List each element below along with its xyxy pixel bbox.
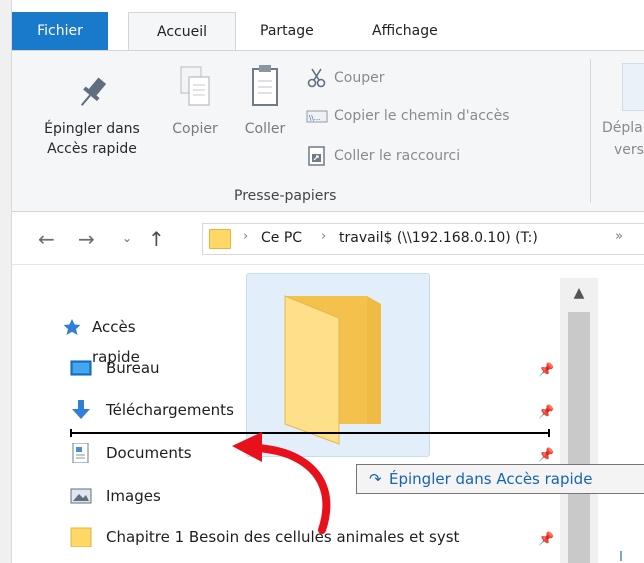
desktop-icon [70,360,92,376]
breadcrumb-separator-icon: » [615,229,623,244]
cut-button[interactable]: Couper [304,65,384,91]
up-arrow-icon[interactable]: ↑ [148,227,165,251]
nav-item-label: Bureau [106,359,160,377]
folder-icon [70,527,92,547]
drag-tooltip: ↷ Épingler dans Accès rapide [356,464,644,494]
drop-insertion-line [70,429,550,437]
copy-path-icon: \\... [306,110,328,123]
copy-path-button[interactable]: \\... Copier le chemin d'accès [304,103,510,129]
address-bar[interactable]: › Ce PC › travail$ (\\192.168.0.10) (T:)… [202,223,644,255]
clipboard-group-label: Presse-papiers [234,188,337,204]
clipboard-icon [252,65,278,106]
nav-item-label: Téléchargements [106,401,234,419]
paste-shortcut-icon [308,146,325,166]
tab-affichage[interactable]: Affichage [360,12,450,50]
breadcrumb-separator-icon: › [321,229,327,244]
download-icon [72,400,90,419]
folder-icon [209,229,231,249]
forward-arrow-icon[interactable]: → [78,227,95,251]
pinned-icon[interactable]: 📌 [538,448,554,463]
svg-text:\\...: \\... [309,114,320,122]
breadcrumb-ce-pc[interactable]: Ce PC [261,230,302,246]
nav-pane-scrollbar[interactable]: ▲ [560,278,598,563]
pinned-icon[interactable]: 📌 [538,532,554,547]
paste-shortcut-label: Coller le raccourci [334,148,461,164]
pin-icon [80,77,107,106]
address-toolbar: ← → ⌄ ↑ › Ce PC › travail$ (\\192.168.0.… [12,213,644,265]
ribbon-tabs: Fichier Accueil Partage Affichage [12,0,644,51]
document-icon [72,443,89,463]
ribbon-separator [590,59,591,203]
ribbon-panel: Épingler dans Accès rapide Copier Coller [12,50,644,212]
copy-icon [180,66,210,106]
nav-item-label: Documents [106,444,192,462]
move-to-button[interactable]: Dépla vers [602,63,644,161]
tab-accueil[interactable]: Accueil [128,12,236,51]
move-label-line2: vers [614,142,644,158]
pin-label-line1: Épingler dans [44,121,140,137]
tab-partage[interactable]: Partage [248,12,326,50]
tab-fichier[interactable]: Fichier [12,12,108,50]
copy-button[interactable]: Copier [162,61,228,139]
paste-shortcut-button[interactable]: Coller le raccourci [304,143,460,169]
scissors-icon [307,68,326,88]
breadcrumb-travail-drive[interactable]: travail$ (\\192.168.0.10) (T:) [339,230,538,246]
pinned-icon[interactable]: 📌 [538,405,554,420]
paste-button[interactable]: Coller [232,61,298,139]
pinned-icon[interactable]: 📌 [538,363,554,378]
scroll-position-marker [620,551,622,561]
back-arrow-icon[interactable]: ← [38,227,55,251]
nav-item-label: Chapitre 1 Besoin des cellules animales … [106,528,460,546]
move-to-icon [622,63,644,111]
cut-label: Couper [334,70,385,86]
move-label-line1: Dépla [602,120,643,136]
nav-item-label: Images [106,487,161,505]
quick-access-star-icon [63,319,81,335]
copy-path-label: Copier le chemin d'accès [334,108,510,124]
scrollbar-thumb[interactable] [568,312,590,563]
copy-label: Copier [172,121,218,137]
pin-to-quick-access-button[interactable]: Épingler dans Accès rapide [22,73,162,159]
dragged-folder-icon [284,295,381,445]
link-arrow-icon: ↷ [369,470,382,488]
scroll-up-icon[interactable]: ▲ [560,278,598,308]
paste-label: Coller [244,121,286,137]
drag-preview [246,273,430,457]
pin-label-line2: Accès rapide [47,141,137,157]
images-icon [70,488,92,504]
window-left-edge [0,0,12,563]
breadcrumb-separator-icon: › [243,229,249,244]
recent-locations-chevron-icon[interactable]: ⌄ [122,231,132,245]
drag-tooltip-label: Épingler dans Accès rapide [389,470,593,488]
